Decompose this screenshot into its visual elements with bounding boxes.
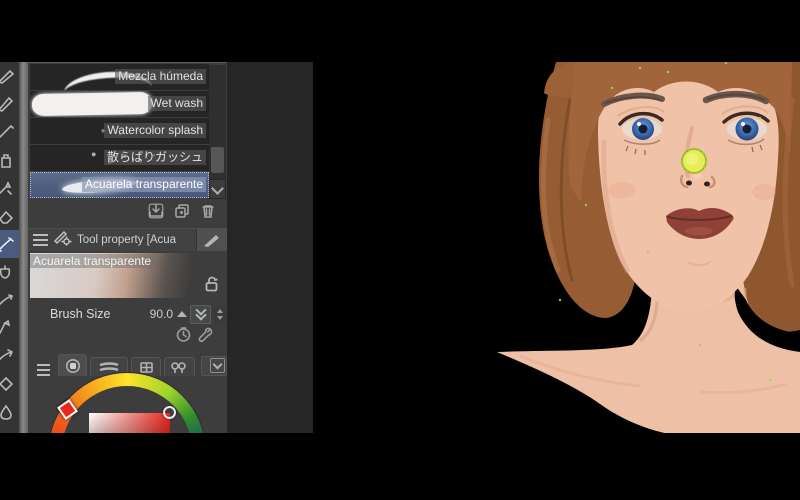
character-eyebrows [601, 90, 770, 107]
property-utility-row [28, 324, 227, 350]
subtool-label: Mezcla húmeda [115, 69, 206, 84]
wrench-icon [198, 327, 213, 343]
clock-icon [176, 327, 191, 342]
character-bangs [568, 62, 792, 204]
subtool-row-acuarela-transparente[interactable]: Acuarela transparente [30, 172, 209, 198]
collapse-chevron-icon [210, 358, 225, 373]
subtool-row-mezcla-humeda[interactable]: Mezcla húmeda [30, 64, 209, 90]
tray-import-icon [148, 203, 164, 219]
decoration-icon [0, 181, 12, 195]
letterbox-bottom [0, 433, 800, 500]
color-wheel-tab-icon [65, 358, 80, 373]
tool-fill[interactable] [0, 258, 19, 286]
tool-pen[interactable] [0, 62, 19, 90]
character-face [598, 66, 779, 314]
brush-icon [0, 125, 14, 139]
tool-decoration[interactable] [0, 174, 19, 202]
brush-slant-icon [204, 235, 219, 247]
tool-bar [0, 62, 19, 433]
subtool-label: Acuarela transparente [81, 177, 206, 192]
chevron-down-icon [211, 182, 224, 195]
settings-button[interactable] [197, 326, 214, 348]
fill-bucket-icon [0, 265, 11, 279]
scrollbar-thumb[interactable] [211, 147, 224, 173]
subtool-label: Wet wash [147, 96, 206, 111]
panel-divider [19, 62, 28, 433]
character-hair [538, 62, 800, 332]
watercolor-brush-icon [0, 237, 14, 252]
tool-figure[interactable] [0, 314, 19, 342]
subtool-actions [28, 199, 227, 228]
character-body [497, 240, 800, 433]
letterbox-top [0, 0, 800, 62]
color-mix-tab-icon [171, 361, 187, 373]
character-nose [679, 126, 716, 189]
character-lips [666, 207, 734, 266]
spinner-down-icon [217, 315, 223, 320]
panel-menu-button[interactable] [33, 234, 48, 246]
reset-timer-button[interactable] [175, 326, 192, 348]
lock-button[interactable] [204, 275, 220, 297]
pen-icon [0, 69, 15, 84]
tool-pencil[interactable] [0, 90, 19, 118]
pencil-icon [0, 96, 14, 112]
tool-property-header: Tool property [Acua [28, 228, 227, 251]
brush-stroke-preview [31, 91, 153, 117]
color-wheel [28, 373, 227, 433]
saturation-value-marker[interactable] [163, 406, 176, 419]
character-eyes [617, 105, 770, 155]
show-settings-button[interactable] [190, 304, 211, 324]
tool-selection[interactable] [0, 370, 19, 398]
scroll-down-button[interactable] [209, 179, 226, 199]
paint-speckles [558, 62, 772, 382]
copy-plus-icon [175, 204, 189, 218]
subtool-label: Watercolor splash [104, 123, 206, 138]
brush-size-value[interactable]: 90.0 [150, 307, 173, 321]
brush-size-label: Brush Size [50, 307, 111, 321]
subtool-row-wet-wash[interactable]: Wet wash [30, 91, 209, 117]
tool-eraser[interactable] [0, 202, 19, 230]
frame-icon [0, 349, 13, 360]
duplicate-subtool-button[interactable] [173, 202, 191, 225]
tool-frame[interactable] [0, 342, 19, 370]
sub-tool-list: Mezcla húmeda Wet wash Watercolor splash… [28, 64, 227, 199]
delete-subtool-button[interactable] [199, 202, 217, 225]
tool-gradient[interactable] [0, 286, 19, 314]
tool-property-title: Tool property [Acua [77, 234, 177, 246]
color-slider-tab-icon [99, 362, 119, 372]
background-gap [734, 286, 800, 352]
subtool-scrollbar [209, 65, 226, 199]
content-band: Mezcla húmeda Wet wash Watercolor splash… [0, 62, 800, 433]
selection-icon [0, 376, 14, 392]
color-set-tab-icon [139, 361, 153, 373]
airbrush-icon [1, 154, 11, 168]
subtool-row-scatter-gouache[interactable]: 散らばりガッシュ [30, 145, 209, 171]
brush-cursor [680, 147, 708, 175]
brush-size-label-wrap: Brush Size [50, 305, 110, 323]
tool-airbrush[interactable] [0, 146, 19, 174]
blend-drop-icon [0, 404, 12, 420]
padlock-open-icon [205, 276, 218, 292]
tool-watercolor-selected[interactable] [0, 230, 19, 258]
brush-gear-icon [53, 229, 72, 251]
subtool-row-watercolor-splash[interactable]: Watercolor splash [30, 118, 209, 144]
trash-icon [202, 205, 214, 218]
spinner-up-icon [217, 308, 223, 313]
tool-brush[interactable] [0, 118, 19, 146]
brush-preview: Acuarela transparente [28, 253, 227, 301]
saturation-value-square[interactable] [89, 413, 170, 433]
subtool-label: 散らばりガッシュ [103, 150, 206, 165]
gradient-icon [0, 294, 13, 305]
brush-name: Acuarela transparente [30, 254, 155, 268]
figure-icon [0, 319, 11, 334]
tool-blend[interactable] [0, 398, 19, 426]
sub-tool-panel: Mezcla húmeda Wet wash Watercolor splash… [28, 62, 227, 433]
import-subtool-button[interactable] [147, 202, 165, 225]
value-spinner[interactable] [214, 305, 226, 323]
caret-up-icon[interactable] [177, 311, 187, 317]
application-window: Mezcla húmeda Wet wash Watercolor splash… [0, 0, 800, 500]
brush-edit-tab[interactable] [196, 229, 227, 251]
brush-size-row: Brush Size 90.0 [28, 304, 227, 324]
eraser-icon [0, 210, 14, 224]
